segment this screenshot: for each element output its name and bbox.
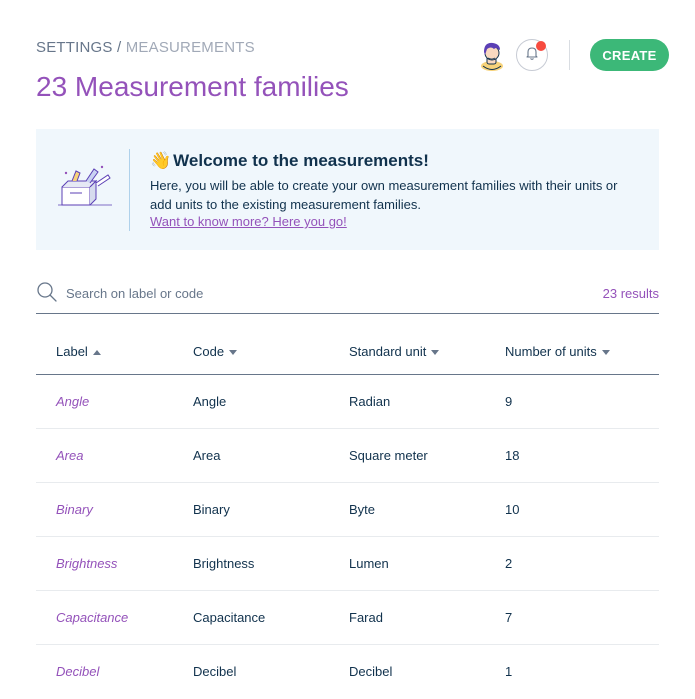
cell-code: Capacitance (193, 610, 266, 625)
sort-caret-down-icon (601, 350, 610, 356)
cell-number-of-units: 2 (505, 556, 513, 571)
notification-dot (536, 41, 546, 51)
breadcrumb-separator: / (112, 39, 126, 56)
welcome-helper: 👋 Welcome to the measurements! Here, you … (36, 129, 659, 250)
page-title: 23 Measurement families (36, 71, 349, 102)
user-avatar-icon[interactable] (478, 40, 506, 72)
cell-code: Angle (193, 394, 227, 409)
cell-code: Area (193, 448, 221, 463)
helper-divider (129, 149, 130, 231)
helper-body: Here, you will be able to create your ow… (150, 178, 618, 212)
header-divider (569, 40, 570, 70)
column-header-standard-unit[interactable]: Standard unit (349, 344, 440, 359)
cell-number-of-units: 1 (505, 664, 513, 679)
helper-title: 👋 Welcome to the measurements! (150, 151, 429, 171)
table-row[interactable]: Binary Binary Byte 10 (36, 483, 659, 537)
cell-standard-unit: Byte (349, 502, 376, 517)
sort-caret-down-icon (229, 350, 238, 356)
breadcrumb-settings[interactable]: SETTINGS (36, 39, 113, 56)
cell-standard-unit: Decibel (349, 664, 393, 679)
helper-link[interactable]: Want to know more? Here you go! (150, 214, 347, 229)
cell-number-of-units: 7 (505, 610, 513, 625)
column-header-code[interactable]: Code (193, 344, 238, 359)
table-row[interactable]: Area Area Square meter 18 (36, 429, 659, 483)
cell-code: Decibel (193, 664, 237, 679)
measurement-illustration-icon (56, 163, 116, 213)
cell-label: Decibel (56, 664, 100, 679)
sort-ascending-icon (92, 350, 101, 356)
cell-label: Angle (56, 394, 90, 409)
waving-hand-icon: 👋 (150, 151, 172, 170)
search-icon (36, 281, 58, 303)
breadcrumb: SETTINGS / MEASUREMENTS (36, 39, 255, 56)
cell-label: Capacitance (56, 610, 129, 625)
notification-bell-button[interactable] (516, 39, 548, 71)
table-row[interactable]: Angle Angle Radian 9 (36, 375, 659, 429)
cell-code: Brightness (193, 556, 255, 571)
search-input[interactable] (66, 282, 466, 304)
column-header-label-text: Label (56, 344, 88, 359)
column-header-number-of-units[interactable]: Number of units (505, 344, 610, 359)
cell-label: Binary (56, 502, 93, 517)
cell-number-of-units: 18 (505, 448, 520, 463)
sort-caret-down-icon (431, 350, 440, 356)
results-count: 23 results (602, 286, 659, 301)
cell-number-of-units: 9 (505, 394, 513, 409)
table-row[interactable]: Capacitance Capacitance Farad 7 (36, 591, 659, 645)
column-header-standard-unit-text: Standard unit (349, 344, 427, 359)
column-header-number-of-units-text: Number of units (505, 344, 597, 359)
column-header-code-text: Code (193, 344, 225, 359)
table-header: Label Code Standard unit Number of units (36, 328, 659, 375)
cell-label: Area (56, 448, 84, 463)
table-row[interactable]: Decibel Decibel Decibel 1 (36, 645, 659, 699)
cell-standard-unit: Radian (349, 394, 391, 409)
cell-standard-unit: Farad (349, 610, 383, 625)
search-bar: 23 results (36, 278, 659, 314)
helper-title-text: Welcome to the measurements! (173, 151, 429, 170)
create-button[interactable]: CREATE (590, 39, 669, 71)
cell-standard-unit: Square meter (349, 448, 428, 463)
cell-code: Binary (193, 502, 230, 517)
cell-standard-unit: Lumen (349, 556, 389, 571)
cell-number-of-units: 10 (505, 502, 520, 517)
table-row[interactable]: Brightness Brightness Lumen 2 (36, 537, 659, 591)
breadcrumb-current: MEASUREMENTS (125, 39, 255, 56)
column-header-label[interactable]: Label (56, 344, 101, 359)
cell-label: Brightness (56, 556, 118, 571)
